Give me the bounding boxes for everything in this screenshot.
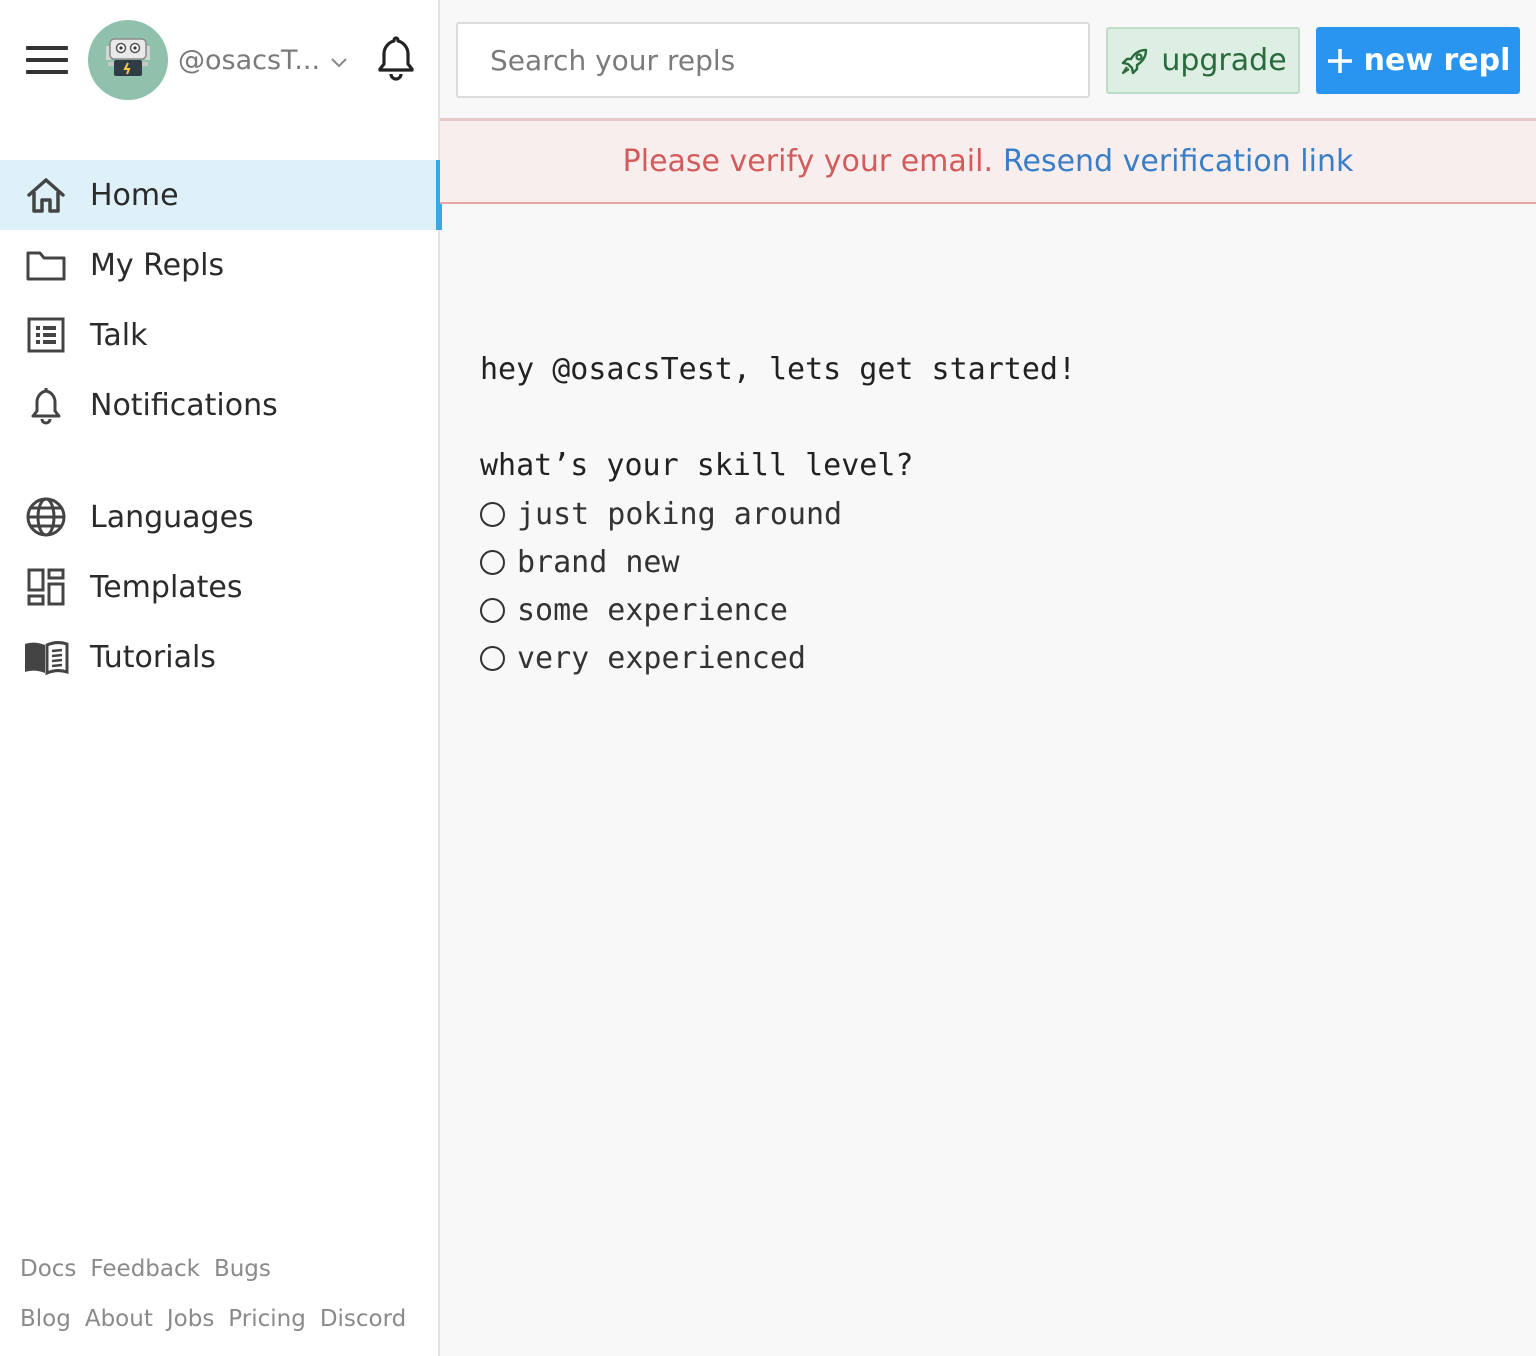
radio-button[interactable] <box>480 645 505 671</box>
upgrade-button[interactable]: upgrade <box>1106 27 1300 94</box>
secondary-nav: Languages Templates Tutorials <box>0 482 440 692</box>
globe-icon <box>22 497 70 537</box>
nav-item-notifications[interactable]: Notifications <box>0 370 440 440</box>
nav-item-home[interactable]: Home <box>0 160 442 230</box>
nav-item-talk[interactable]: Talk <box>0 300 440 370</box>
skill-options: just poking around brand new some experi… <box>480 490 842 682</box>
user-menu[interactable]: @osacsT... <box>178 40 348 80</box>
radio-button[interactable] <box>480 549 505 575</box>
new-repl-label: new repl <box>1363 43 1511 78</box>
footer-links-row-1: Docs Feedback Bugs <box>20 1256 440 1282</box>
bell-icon <box>22 385 70 425</box>
radio-button[interactable] <box>480 597 505 623</box>
nav-item-languages[interactable]: Languages <box>0 482 440 552</box>
plus-icon <box>1327 48 1352 73</box>
menu-icon[interactable] <box>26 44 68 76</box>
nav-item-tutorials[interactable]: Tutorials <box>0 622 440 692</box>
skill-option[interactable]: very experienced <box>480 634 842 682</box>
upgrade-label: upgrade <box>1161 43 1287 78</box>
list-icon <box>22 315 70 355</box>
footer-link-pricing[interactable]: Pricing <box>228 1306 306 1332</box>
onboarding-panel: hey @osacsTest, lets get started! what’s… <box>480 340 1077 676</box>
nav-label-my-repls: My Repls <box>90 247 225 283</box>
rocket-icon <box>1122 48 1148 74</box>
skill-option-label: brand new <box>517 544 680 580</box>
skill-option[interactable]: just poking around <box>480 490 842 538</box>
primary-nav: Home My Repls Talk Notifications <box>0 160 442 440</box>
nav-label-templates: Templates <box>90 569 243 605</box>
chevron-down-icon <box>331 58 347 68</box>
footer-link-discord[interactable]: Discord <box>320 1306 406 1332</box>
footer-link-bugs[interactable]: Bugs <box>214 1256 271 1282</box>
footer-link-docs[interactable]: Docs <box>20 1256 76 1282</box>
nav-item-templates[interactable]: Templates <box>0 552 440 622</box>
skill-option[interactable]: some experience <box>480 586 842 634</box>
skill-option[interactable]: brand new <box>480 538 842 586</box>
nav-label-home: Home <box>90 177 179 213</box>
footer-link-about[interactable]: About <box>85 1306 153 1332</box>
radio-button[interactable] <box>480 501 505 527</box>
sidebar-header: @osacsT... <box>0 0 438 120</box>
avatar[interactable] <box>88 20 168 100</box>
folder-icon <box>22 245 70 285</box>
templates-icon <box>22 567 70 607</box>
skill-question: what’s your skill level? <box>480 448 914 483</box>
skill-option-label: just poking around <box>517 496 843 532</box>
footer-link-jobs[interactable]: Jobs <box>167 1306 214 1332</box>
skill-option-label: very experienced <box>517 640 806 676</box>
home-icon <box>22 175 70 215</box>
book-icon <box>22 637 70 677</box>
search-input[interactable] <box>456 22 1090 98</box>
sidebar: @osacsT... Home My Repls Talk Notificati… <box>0 0 442 1356</box>
nav-item-my-repls[interactable]: My Repls <box>0 230 440 300</box>
nav-label-languages: Languages <box>90 499 254 535</box>
nav-label-tutorials: Tutorials <box>90 639 216 675</box>
greeting-text: hey @osacsTest, lets get started! <box>480 352 1077 387</box>
skill-option-label: some experience <box>517 592 788 628</box>
username: @osacsT... <box>178 44 321 76</box>
footer-link-feedback[interactable]: Feedback <box>90 1256 200 1282</box>
resend-verification-link[interactable]: Resend verification link <box>1003 144 1353 179</box>
nav-label-talk: Talk <box>90 317 148 353</box>
new-repl-button[interactable]: new repl <box>1316 27 1520 94</box>
banner-message: Please verify your email. <box>622 144 993 179</box>
notifications-bell-icon[interactable] <box>374 34 418 82</box>
nav-label-notifications: Notifications <box>90 387 278 423</box>
footer-links-row-2: Blog About Jobs Pricing Discord <box>20 1306 440 1332</box>
verify-email-banner: Please verify your email. Resend verific… <box>440 118 1536 204</box>
footer-link-blog[interactable]: Blog <box>20 1306 71 1332</box>
